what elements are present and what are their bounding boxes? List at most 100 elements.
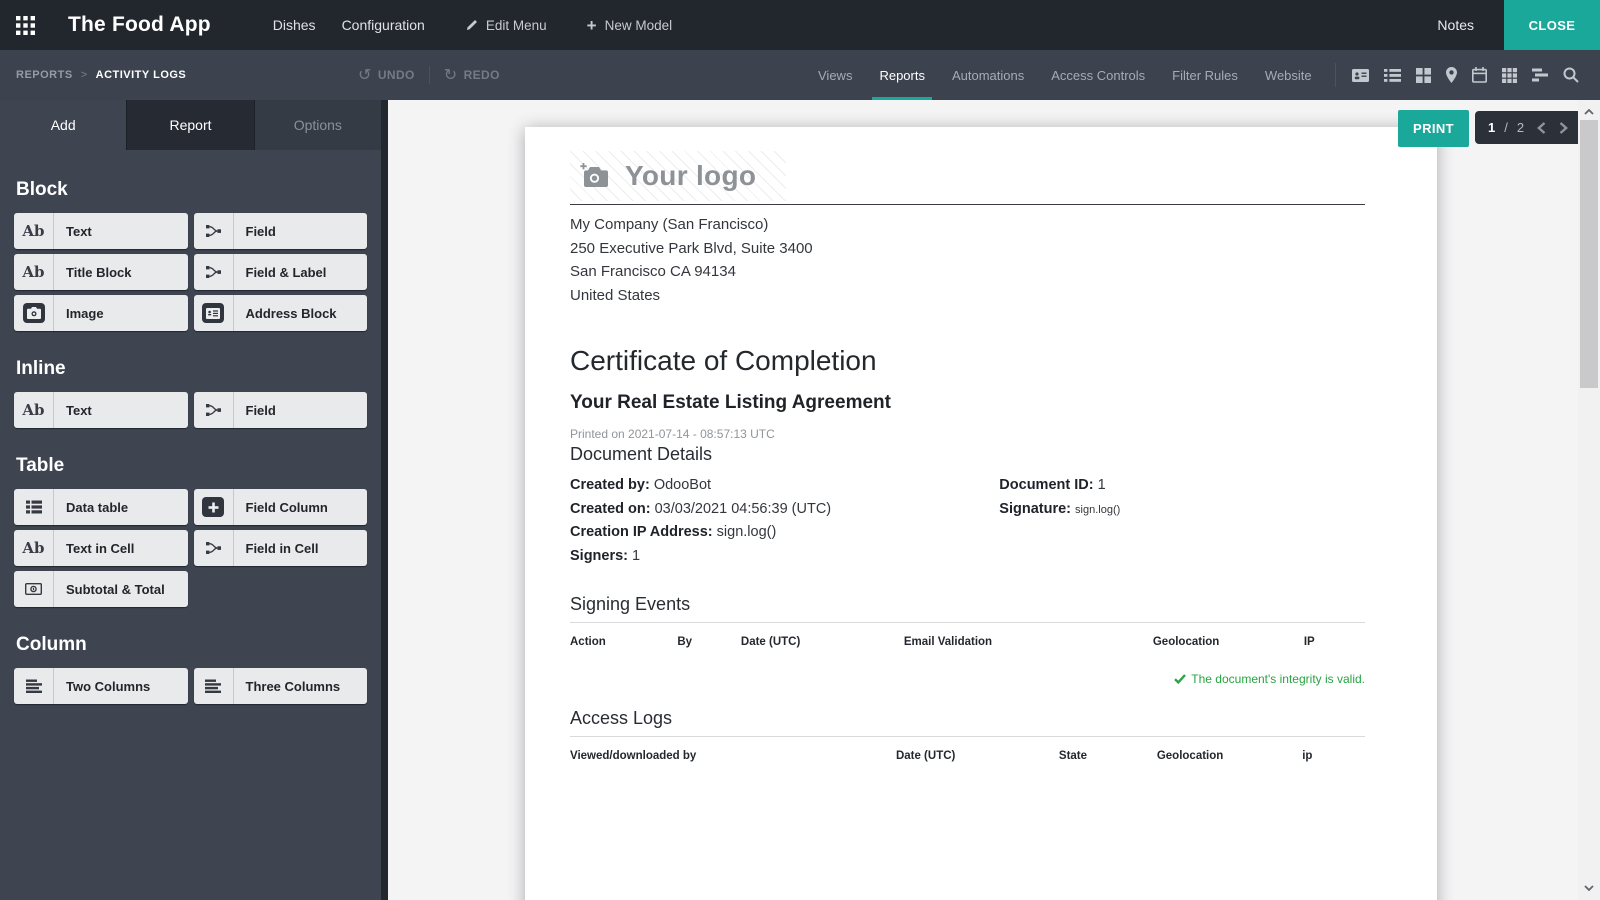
component-field-column[interactable]: Field Column bbox=[194, 489, 368, 525]
breadcrumb-reports[interactable]: REPORTS bbox=[16, 69, 73, 81]
detail-row: Document ID: 1 bbox=[999, 474, 1365, 498]
columns-icon bbox=[194, 668, 234, 704]
breadcrumb: REPORTS > ACTIVITY LOGS bbox=[16, 50, 186, 100]
toolbar-divider bbox=[1335, 63, 1336, 87]
kanban-view-icon[interactable] bbox=[1416, 68, 1431, 83]
report-page: Your logo My Company (San Francisco) 250… bbox=[525, 127, 1437, 900]
close-button[interactable]: CLOSE bbox=[1504, 0, 1600, 50]
column-by: By bbox=[677, 636, 741, 648]
notes-link[interactable]: Notes bbox=[1437, 17, 1474, 33]
text-icon: Ab bbox=[14, 392, 54, 428]
gantt-view-icon[interactable] bbox=[1532, 68, 1548, 82]
component-inline-text[interactable]: Ab Text bbox=[14, 392, 188, 428]
component-inline-field[interactable]: Field bbox=[194, 392, 368, 428]
menu-configuration[interactable]: Configuration bbox=[342, 17, 425, 33]
app-title: The Food App bbox=[68, 13, 211, 37]
undo-button[interactable]: UNDO bbox=[358, 65, 415, 85]
report-page-content: Your logo My Company (San Francisco) 250… bbox=[525, 127, 1437, 762]
logo-placeholder-text: Your logo bbox=[625, 160, 756, 192]
sidebar-tab-report[interactable]: Report bbox=[127, 100, 254, 150]
text-icon: Ab bbox=[14, 530, 54, 566]
tab-views[interactable]: Views bbox=[818, 50, 852, 100]
details-left-column[interactable]: Created by: OdooBot Created on: 03/03/20… bbox=[570, 474, 999, 568]
company-logo-placeholder[interactable]: Your logo bbox=[570, 151, 786, 201]
page-pager: 1 / 2 bbox=[1475, 111, 1578, 144]
company-name: My Company (San Francisco) bbox=[570, 213, 1365, 237]
report-preview-canvas: PRINT 1 / 2 Your logo bbox=[395, 100, 1578, 900]
menu-dishes[interactable]: Dishes bbox=[273, 17, 316, 33]
component-data-table[interactable]: Data table bbox=[14, 489, 188, 525]
new-model-button[interactable]: New Model bbox=[587, 17, 672, 34]
component-image[interactable]: Image bbox=[14, 295, 188, 331]
money-icon bbox=[14, 571, 54, 607]
column-ip: IP bbox=[1254, 636, 1365, 648]
document-subtitle[interactable]: Your Real Estate Listing Agreement bbox=[570, 392, 1365, 414]
document-title[interactable]: Certificate of Completion bbox=[570, 345, 1365, 377]
company-country: United States bbox=[570, 284, 1365, 308]
company-city: San Francisco CA 94134 bbox=[570, 260, 1365, 284]
tab-filter-rules[interactable]: Filter Rules bbox=[1172, 50, 1238, 100]
signing-events-heading[interactable]: Signing Events bbox=[570, 594, 1365, 623]
component-field-and-label[interactable]: Field & Label bbox=[194, 254, 368, 290]
component-field-in-cell[interactable]: Field in Cell bbox=[194, 530, 368, 566]
redo-button[interactable]: REDO bbox=[444, 65, 500, 85]
form-view-icon[interactable] bbox=[1352, 68, 1369, 83]
component-field[interactable]: Field bbox=[194, 213, 368, 249]
view-switcher bbox=[1352, 50, 1579, 100]
section-title-table: Table bbox=[16, 455, 367, 477]
previous-page-icon[interactable] bbox=[1537, 122, 1546, 134]
calendar-view-icon[interactable] bbox=[1472, 67, 1487, 83]
redo-icon bbox=[444, 65, 458, 85]
signing-events-header-row[interactable]: Action By Date (UTC) Email Validation Ge… bbox=[570, 636, 1365, 648]
column-geolocation: Geolocation bbox=[1119, 636, 1254, 648]
tab-website[interactable]: Website bbox=[1265, 50, 1312, 100]
camera-plus-icon bbox=[580, 163, 610, 189]
column-geolocation: Geolocation bbox=[1130, 750, 1249, 762]
section-title-column: Column bbox=[16, 634, 367, 656]
pivot-view-icon[interactable] bbox=[1502, 68, 1517, 83]
details-right-column[interactable]: Document ID: 1 Signature: sign.log() bbox=[999, 474, 1365, 568]
component-text[interactable]: Ab Text bbox=[14, 213, 188, 249]
tab-automations[interactable]: Automations bbox=[952, 50, 1024, 100]
vertical-scrollbar[interactable] bbox=[1578, 100, 1600, 900]
tab-access-controls[interactable]: Access Controls bbox=[1051, 50, 1145, 100]
next-page-icon[interactable] bbox=[1559, 122, 1568, 134]
column-date-utc: Date (UTC) bbox=[896, 750, 1059, 762]
sidebar-tab-add[interactable]: Add bbox=[0, 100, 127, 150]
apps-menu-icon[interactable] bbox=[16, 16, 35, 35]
image-icon bbox=[14, 295, 54, 331]
component-address-block[interactable]: Address Block bbox=[194, 295, 368, 331]
component-title-block[interactable]: Ab Title Block bbox=[14, 254, 188, 290]
component-subtotal-total[interactable]: Subtotal & Total bbox=[14, 571, 188, 607]
tab-reports[interactable]: Reports bbox=[879, 50, 925, 100]
print-button[interactable]: PRINT bbox=[1398, 110, 1469, 147]
search-icon[interactable] bbox=[1563, 67, 1579, 83]
component-two-columns[interactable]: Two Columns bbox=[14, 668, 188, 704]
column-email-validation: Email Validation bbox=[904, 636, 1119, 648]
list-view-icon[interactable] bbox=[1384, 68, 1401, 83]
detail-row: Created by: OdooBot bbox=[570, 474, 999, 498]
document-details: Created by: OdooBot Created on: 03/03/20… bbox=[570, 474, 1365, 568]
company-address-block[interactable]: My Company (San Francisco) 250 Executive… bbox=[570, 213, 1365, 307]
plus-square-icon bbox=[194, 489, 234, 525]
table-section-grid: Data table Field Column Ab Text in Cell bbox=[14, 489, 367, 607]
scrollbar-thumb[interactable] bbox=[1580, 120, 1598, 388]
map-view-icon[interactable] bbox=[1446, 67, 1457, 83]
scroll-down-icon[interactable] bbox=[1578, 878, 1600, 898]
field-icon bbox=[194, 213, 234, 249]
studio-toolbar: REPORTS > ACTIVITY LOGS UNDO REDO Views … bbox=[0, 50, 1600, 100]
access-logs-heading[interactable]: Access Logs bbox=[570, 708, 1365, 737]
printed-on-line[interactable]: Printed on 2021-07-14 - 08:57:13 UTC bbox=[570, 427, 1365, 441]
header-rule bbox=[570, 204, 1365, 205]
component-text-in-cell[interactable]: Ab Text in Cell bbox=[14, 530, 188, 566]
document-details-heading[interactable]: Document Details bbox=[570, 444, 1365, 465]
pager-total: 2 bbox=[1517, 120, 1524, 135]
inline-section-grid: Ab Text Field bbox=[14, 392, 367, 428]
component-three-columns[interactable]: Three Columns bbox=[194, 668, 368, 704]
access-logs-header-row[interactable]: Viewed/downloaded by Date (UTC) State Ge… bbox=[570, 750, 1365, 762]
scroll-up-icon[interactable] bbox=[1578, 102, 1600, 122]
integrity-note[interactable]: The document's integrity is valid. bbox=[570, 672, 1365, 686]
detail-row: Signers: 1 bbox=[570, 545, 999, 569]
detail-row: Created on: 03/03/2021 04:56:39 (UTC) bbox=[570, 498, 999, 522]
edit-menu-button[interactable]: Edit Menu bbox=[465, 18, 547, 33]
